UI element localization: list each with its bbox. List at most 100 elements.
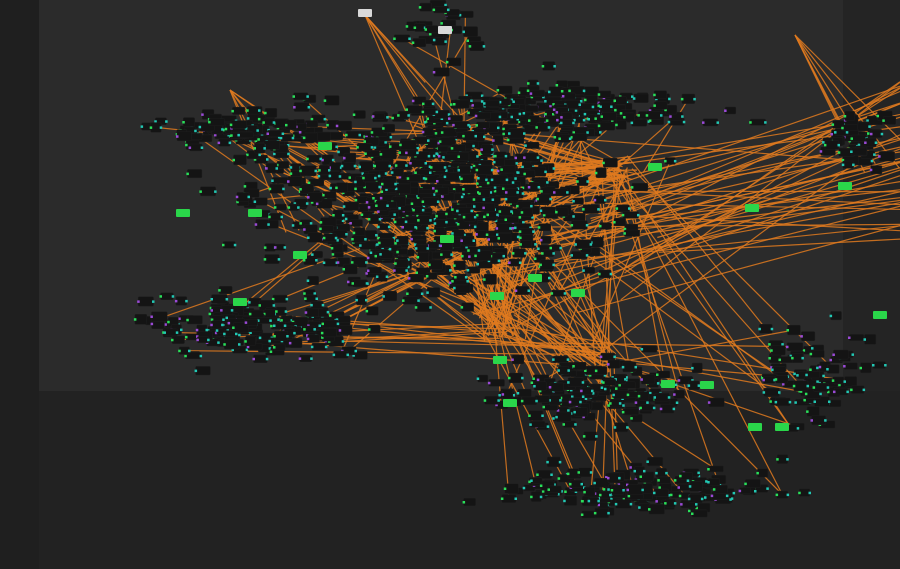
node-output-pin[interactable] xyxy=(199,354,203,358)
node-input-pin[interactable] xyxy=(475,168,479,172)
node-body[interactable] xyxy=(307,275,319,286)
node-input-pin[interactable] xyxy=(426,291,429,294)
graph-node[interactable] xyxy=(299,165,317,176)
node-output-pin[interactable] xyxy=(681,115,684,118)
node-input-pin[interactable] xyxy=(435,214,438,218)
graph-node[interactable] xyxy=(322,258,339,267)
graph-node[interactable] xyxy=(863,334,877,345)
node-body[interactable] xyxy=(413,206,424,214)
graph-node[interactable] xyxy=(394,161,408,170)
node-input-pin[interactable] xyxy=(271,179,274,183)
node-input-pin[interactable] xyxy=(347,280,350,284)
node-body[interactable] xyxy=(864,334,877,345)
node-output-pin[interactable] xyxy=(426,247,430,250)
node-input-pin[interactable] xyxy=(268,187,272,191)
node-input-pin[interactable] xyxy=(414,171,417,175)
node-body[interactable] xyxy=(357,143,373,152)
node-body[interactable] xyxy=(336,120,352,131)
node-output-pin[interactable] xyxy=(622,404,625,407)
graph-node[interactable] xyxy=(597,90,612,98)
graph-node[interactable] xyxy=(490,174,509,185)
node-input-pin[interactable] xyxy=(707,401,711,404)
node-input-pin[interactable] xyxy=(375,204,378,208)
graph-node[interactable] xyxy=(607,359,621,369)
node-output-pin[interactable] xyxy=(354,349,358,353)
node-output-pin[interactable] xyxy=(788,400,792,404)
graph-node[interactable] xyxy=(529,89,545,97)
node-output-pin[interactable] xyxy=(265,357,269,361)
node-input-pin[interactable] xyxy=(570,254,574,257)
node-output-pin[interactable] xyxy=(502,254,506,258)
node-input-pin[interactable] xyxy=(319,221,323,224)
node-body[interactable] xyxy=(640,404,655,412)
node-body[interactable] xyxy=(707,478,720,486)
node-output-pin[interactable] xyxy=(427,139,430,142)
node-input-pin[interactable] xyxy=(843,365,846,368)
node-input-pin[interactable] xyxy=(223,332,226,336)
node-body[interactable] xyxy=(499,206,512,217)
node-input-pin[interactable] xyxy=(614,108,617,112)
graph-node[interactable] xyxy=(210,320,224,330)
node-output-pin[interactable] xyxy=(641,488,644,492)
graph-node[interactable] xyxy=(615,119,627,130)
node-input-pin[interactable] xyxy=(621,213,625,217)
node-output-pin[interactable] xyxy=(283,246,287,249)
graph-node[interactable] xyxy=(442,153,460,161)
node-body[interactable] xyxy=(595,167,607,178)
node-body[interactable] xyxy=(786,342,804,351)
node-body[interactable] xyxy=(448,115,463,122)
node-body[interactable] xyxy=(574,407,588,417)
node-body[interactable] xyxy=(536,122,550,132)
graph-node[interactable] xyxy=(432,67,450,77)
node-input-pin[interactable] xyxy=(379,196,383,200)
node-output-pin[interactable] xyxy=(205,328,209,332)
node-output-pin[interactable] xyxy=(778,391,781,394)
graph-node[interactable] xyxy=(812,382,830,392)
node-input-pin[interactable] xyxy=(371,115,375,118)
node-input-pin[interactable] xyxy=(349,222,352,225)
node-input-pin[interactable] xyxy=(599,105,602,109)
node-body[interactable] xyxy=(603,157,618,168)
graph-node[interactable] xyxy=(307,192,323,202)
graph-node[interactable] xyxy=(548,394,562,406)
node-input-pin[interactable] xyxy=(490,178,494,182)
node-output-pin[interactable] xyxy=(497,399,500,402)
node-input-pin[interactable] xyxy=(437,155,441,158)
node-output-pin[interactable] xyxy=(546,425,550,428)
node-input-pin[interactable] xyxy=(182,121,185,124)
node-input-pin[interactable] xyxy=(456,209,459,213)
node-input-pin[interactable] xyxy=(332,214,335,217)
node-input-pin[interactable] xyxy=(167,320,170,324)
node-body[interactable] xyxy=(483,203,496,213)
node-input-pin[interactable] xyxy=(618,383,621,387)
node-input-pin[interactable] xyxy=(572,365,575,368)
node-input-pin[interactable] xyxy=(486,181,490,185)
node-input-pin[interactable] xyxy=(322,193,325,197)
node-input-pin[interactable] xyxy=(786,329,790,332)
node-body[interactable] xyxy=(391,168,404,177)
node-body[interactable] xyxy=(549,382,564,392)
node-body[interactable] xyxy=(688,380,700,391)
node-input-pin[interactable] xyxy=(445,212,448,216)
node-body[interactable] xyxy=(442,153,460,161)
node-body[interactable] xyxy=(271,177,289,184)
graph-node[interactable] xyxy=(520,207,534,217)
node-input-pin[interactable] xyxy=(338,329,342,332)
node-input-pin[interactable] xyxy=(453,264,456,267)
node-output-pin[interactable] xyxy=(429,219,432,222)
graph-node[interactable] xyxy=(826,364,840,374)
graph-node[interactable] xyxy=(397,111,410,120)
node-input-pin[interactable] xyxy=(504,197,508,201)
node-output-pin[interactable] xyxy=(185,299,188,303)
node-body[interactable] xyxy=(679,472,694,480)
node-body[interactable] xyxy=(458,152,470,162)
graph-node[interactable] xyxy=(594,366,608,375)
node-input-pin[interactable] xyxy=(503,487,507,491)
node-body[interactable] xyxy=(517,388,532,397)
node-body[interactable] xyxy=(454,273,467,281)
node-input-pin[interactable] xyxy=(688,509,691,513)
graph-node[interactable] xyxy=(345,131,361,139)
node-input-pin[interactable] xyxy=(816,366,819,370)
node-output-pin[interactable] xyxy=(591,389,594,393)
node-body[interactable] xyxy=(860,362,872,374)
